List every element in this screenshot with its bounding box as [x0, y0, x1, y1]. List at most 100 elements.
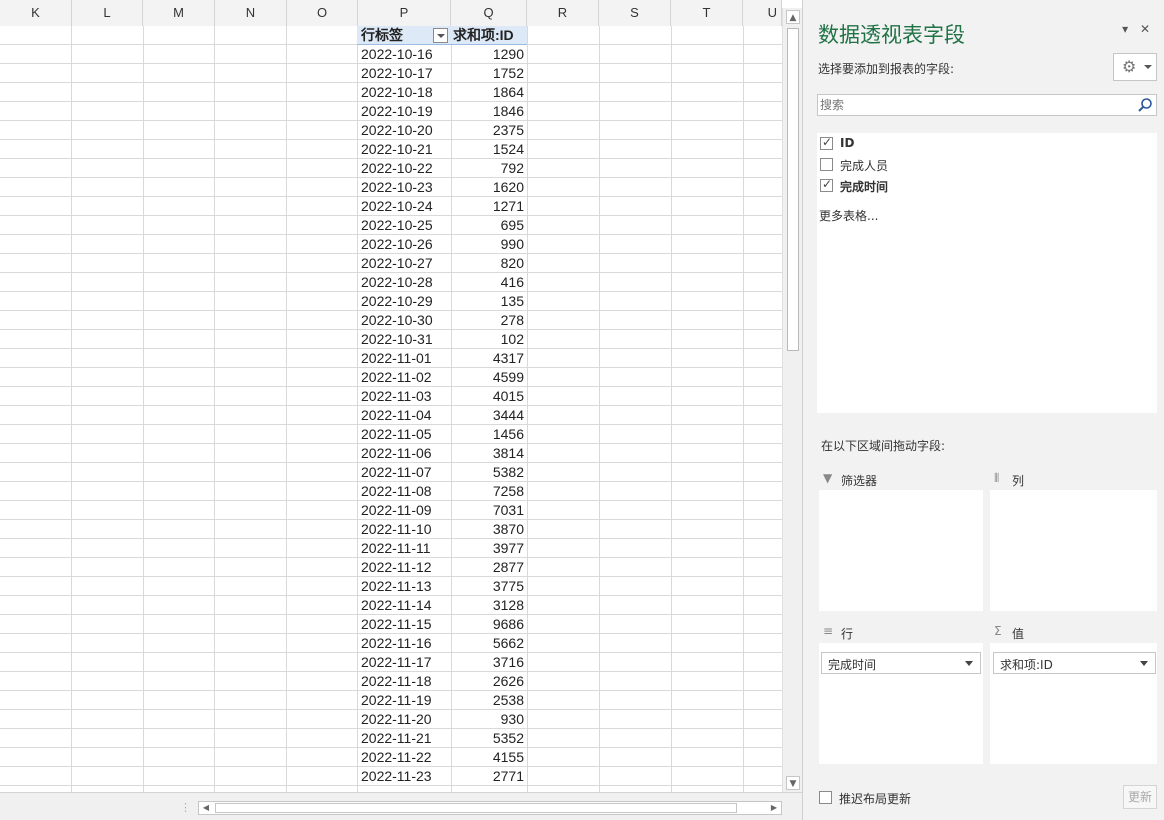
pivot-value-cell[interactable]: 3870	[452, 520, 524, 539]
pivot-row-label-cell[interactable]: 2022-11-07	[361, 463, 449, 482]
pivot-data-row[interactable]: 2022-11-07 5382	[357, 463, 527, 482]
pivot-value-cell[interactable]: 1864	[452, 83, 524, 102]
pivot-value-cell[interactable]: 3128	[452, 596, 524, 615]
pivot-row-label-cell[interactable]: 2022-11-13	[361, 577, 449, 596]
pivot-value-cell[interactable]: 2375	[452, 121, 524, 140]
pivot-value-cell[interactable]: 2538	[452, 691, 524, 710]
pivot-value-cell[interactable]: 2771	[452, 767, 524, 786]
pivot-row-label-cell[interactable]: 2022-11-01	[361, 349, 449, 368]
pivot-data-row[interactable]: 2022-10-31 102	[357, 330, 527, 349]
pivot-data-row[interactable]: 2022-11-04 3444	[357, 406, 527, 425]
field-checkbox-id[interactable]	[820, 135, 833, 150]
pivot-data-row[interactable]: 2022-11-19 2538	[357, 691, 527, 710]
pivot-row-label-cell[interactable]: 2022-10-25	[361, 216, 449, 235]
pivot-row-label-cell[interactable]: 2022-11-03	[361, 387, 449, 406]
pivot-value-cell[interactable]: 4317	[452, 349, 524, 368]
pivot-value-cell[interactable]: 1290	[452, 45, 524, 64]
pivot-data-row[interactable]: 2022-10-18 1864	[357, 83, 527, 102]
pivot-row-label-cell[interactable]: 2022-11-18	[361, 672, 449, 691]
column-header-s[interactable]: S	[599, 0, 671, 26]
pivot-row-label-cell[interactable]: 2022-11-12	[361, 558, 449, 577]
pivot-data-row[interactable]: 2022-10-26 990	[357, 235, 527, 254]
pivot-value-cell[interactable]: 9686	[452, 615, 524, 634]
pivot-data-row[interactable]: 2022-11-06 3814	[357, 444, 527, 463]
pivot-data-row[interactable]: 2022-10-28 416	[357, 273, 527, 292]
pivot-data-row[interactable]: 2022-11-13 3775	[357, 577, 527, 596]
search-box[interactable]	[817, 94, 1157, 116]
values-field-dropdown[interactable]: 求和项:ID	[993, 652, 1156, 674]
pivot-value-cell[interactable]: 695	[452, 216, 524, 235]
column-header-k[interactable]: K	[0, 0, 72, 26]
pivot-data-row[interactable]: 2022-11-12 2877	[357, 558, 527, 577]
pivot-row-label-cell[interactable]: 2022-10-26	[361, 235, 449, 254]
pivot-row-label-cell[interactable]: 2022-11-21	[361, 729, 449, 748]
pivot-value-cell[interactable]: 930	[452, 710, 524, 729]
pivot-data-row[interactable]: 2022-11-20 930	[357, 710, 527, 729]
pivot-data-row[interactable]: 2022-11-09 7031	[357, 501, 527, 520]
rows-field-dropdown[interactable]: 完成时间	[821, 652, 981, 674]
column-header-o[interactable]: O	[287, 0, 358, 26]
pivot-row-label-cell[interactable]: 2022-10-21	[361, 140, 449, 159]
rows-zone[interactable]: ≡ 行 完成时间	[819, 621, 983, 764]
pivot-row-label-cell[interactable]: 2022-11-08	[361, 482, 449, 501]
scroll-left-arrow-icon[interactable]: ◀	[200, 802, 212, 814]
pivot-row-label-cell[interactable]: 2022-11-19	[361, 691, 449, 710]
pivot-value-cell[interactable]: 1271	[452, 197, 524, 216]
field-checkbox-completed-time[interactable]	[820, 177, 833, 192]
field-checkbox-completed-by[interactable]	[820, 158, 833, 171]
columns-zone[interactable]: ⦀ 列	[990, 468, 1157, 611]
pivot-data-row[interactable]: 2022-11-11 3977	[357, 539, 527, 558]
pivot-row-label-cell[interactable]: 2022-11-04	[361, 406, 449, 425]
column-header-r[interactable]: R	[527, 0, 599, 26]
pivot-value-cell[interactable]: 1456	[452, 425, 524, 444]
search-input[interactable]	[819, 96, 1129, 114]
pivot-value-cell[interactable]: 5662	[452, 634, 524, 653]
pivot-row-label-cell[interactable]: 2022-10-30	[361, 311, 449, 330]
pivot-value-cell[interactable]: 3977	[452, 539, 524, 558]
pivot-value-cell[interactable]: 7258	[452, 482, 524, 501]
pivot-row-label-cell[interactable]: 2022-10-20	[361, 121, 449, 140]
column-header-u[interactable]: U	[743, 0, 782, 26]
pivot-data-row[interactable]: 2022-11-23 2771	[357, 767, 527, 786]
pivot-value-cell[interactable]: 4155	[452, 748, 524, 767]
pivot-data-row[interactable]: 2022-11-10 3870	[357, 520, 527, 539]
pivot-data-row[interactable]: 2022-11-03 4015	[357, 387, 527, 406]
update-button[interactable]: 更新	[1123, 785, 1157, 809]
pivot-data-row[interactable]: 2022-11-17 3716	[357, 653, 527, 672]
pivot-row-label-cell[interactable]: 2022-10-27	[361, 254, 449, 273]
pivot-row-label-cell[interactable]: 2022-10-31	[361, 330, 449, 349]
pivot-data-row[interactable]: 2022-10-29 135	[357, 292, 527, 311]
search-icon[interactable]	[1137, 97, 1153, 113]
pivot-data-row[interactable]: 2022-10-25 695	[357, 216, 527, 235]
pivot-row-label-cell[interactable]: 2022-10-28	[361, 273, 449, 292]
pivot-value-header[interactable]: 求和项:ID	[453, 26, 525, 45]
pivot-header-row[interactable]: 行标签 求和项:ID	[357, 26, 527, 45]
pivot-value-cell[interactable]: 278	[452, 311, 524, 330]
pivot-data-row[interactable]: 2022-11-02 4599	[357, 368, 527, 387]
pivot-data-row[interactable]: 2022-10-22 792	[357, 159, 527, 178]
pivot-data-row[interactable]: 2022-10-23 1620	[357, 178, 527, 197]
pivot-value-cell[interactable]: 135	[452, 292, 524, 311]
column-header-t[interactable]: T	[671, 0, 743, 26]
pivot-data-row[interactable]: 2022-11-15 9686	[357, 615, 527, 634]
pivot-row-label-cell[interactable]: 2022-11-20	[361, 710, 449, 729]
column-header-p[interactable]: P	[358, 0, 451, 26]
pivot-row-label-cell[interactable]: 2022-11-09	[361, 501, 449, 520]
pivot-row-label-cell[interactable]: 2022-10-22	[361, 159, 449, 178]
tools-button[interactable]: ⚙	[1113, 53, 1157, 81]
pivot-value-cell[interactable]: 1620	[452, 178, 524, 197]
pivot-row-label-cell[interactable]: 2022-10-29	[361, 292, 449, 311]
pivot-row-label-cell[interactable]: 2022-10-24	[361, 197, 449, 216]
scroll-right-arrow-icon[interactable]: ▶	[768, 802, 780, 814]
split-handle-icon[interactable]: ⋮	[180, 801, 191, 814]
pivot-data-row[interactable]: 2022-10-16 1290	[357, 45, 527, 64]
pivot-row-label-cell[interactable]: 2022-10-16	[361, 45, 449, 64]
column-header-l[interactable]: L	[72, 0, 143, 26]
pivot-data-row[interactable]: 2022-10-20 2375	[357, 121, 527, 140]
pivot-value-cell[interactable]: 5382	[452, 463, 524, 482]
pivot-data-row[interactable]: 2022-10-30 278	[357, 311, 527, 330]
pivot-data-row[interactable]: 2022-11-08 7258	[357, 482, 527, 501]
more-tables-link[interactable]: 更多表格...	[819, 207, 878, 224]
pivot-row-label-cell[interactable]: 2022-10-17	[361, 64, 449, 83]
pivot-value-cell[interactable]: 1752	[452, 64, 524, 83]
